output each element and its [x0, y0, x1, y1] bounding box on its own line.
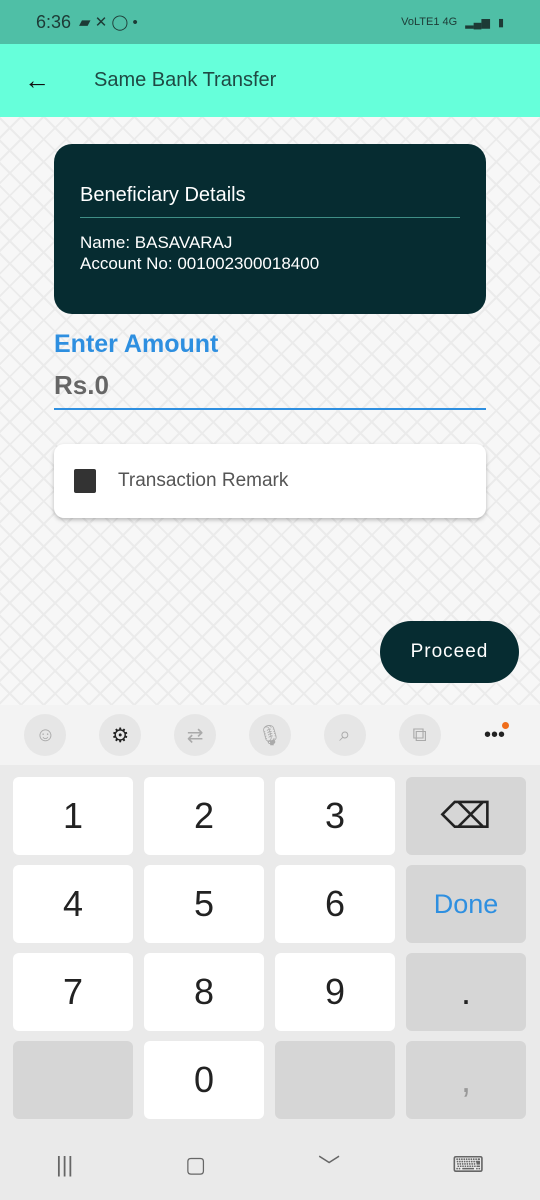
key-5[interactable]: 5 [144, 865, 264, 943]
key-4[interactable]: 4 [13, 865, 133, 943]
proceed-button[interactable]: Proceed [380, 621, 519, 683]
keyboard-icon[interactable]: ⌨ [452, 1152, 484, 1178]
done-key[interactable]: Done [406, 865, 526, 943]
amount-label: Enter Amount [54, 330, 219, 358]
clock: 6:36 [36, 11, 72, 32]
more-icon[interactable]: ••• [473, 714, 515, 756]
emoji-icon[interactable]: ☺ [24, 714, 67, 756]
key-0[interactable]: 0 [144, 1041, 264, 1119]
network-indicator: VoLTE1 4G [401, 16, 458, 28]
beneficiary-account: Account No: 001002300018400 [80, 254, 320, 273]
transaction-remark-field[interactable]: Transaction Remark [54, 444, 486, 518]
remark-placeholder: Transaction Remark [118, 470, 289, 491]
signal-icon: ▂▄▆ [465, 16, 490, 29]
backspace-icon[interactable]: ⌫ [406, 777, 526, 855]
recents-icon[interactable]: ||| [56, 1152, 73, 1178]
app-bar: ← Same Bank Transfer [0, 44, 540, 117]
battery-icon: ▮ [497, 16, 504, 29]
status-bar: 6:36 ▰ ✕ ◯ • VoLTE1 4G ▂▄▆ ▮ [0, 0, 540, 44]
keyboard-toolbar: ☺ ⚙ ⇄ 🎙 ⌕ ⧉ ••• [0, 705, 540, 765]
translate-icon[interactable]: ⧉ [398, 714, 441, 756]
key-6[interactable]: 6 [275, 865, 395, 943]
key-9[interactable]: 9 [275, 953, 395, 1031]
amount-input[interactable]: Rs.0 [54, 370, 486, 410]
hide-keyboard-icon[interactable]: ﹀ [318, 1149, 340, 1181]
key-blank-right [275, 1041, 395, 1119]
text-convert-icon[interactable]: ⇄ [174, 714, 217, 756]
numeric-keyboard: 1 2 3 ⌫ 4 5 6 Done 7 8 9 . 0 , [0, 765, 540, 1130]
gear-icon[interactable]: ⚙ [99, 714, 142, 756]
page-title: Same Bank Transfer [94, 69, 277, 91]
content: Beneficiary Details Name: BASAVARAJ Acco… [0, 117, 540, 705]
navigation-bar: ||| ▢ ﹀ ⌨ [0, 1130, 540, 1200]
key-8[interactable]: 8 [144, 953, 264, 1031]
key-comma[interactable]: , [406, 1041, 526, 1119]
search-icon[interactable]: ⌕ [323, 714, 366, 756]
key-7[interactable]: 7 [13, 953, 133, 1031]
beneficiary-heading: Beneficiary Details [80, 184, 460, 218]
back-arrow-icon[interactable]: ← [0, 65, 74, 96]
key-1[interactable]: 1 [13, 777, 133, 855]
receipt-icon [74, 469, 96, 493]
microphone-icon[interactable]: 🎙 [248, 714, 291, 756]
key-2[interactable]: 2 [144, 777, 264, 855]
key-period[interactable]: . [406, 953, 526, 1031]
beneficiary-card: Beneficiary Details Name: BASAVARAJ Acco… [54, 144, 486, 314]
key-blank-left [13, 1041, 133, 1119]
home-icon[interactable]: ▢ [185, 1152, 206, 1178]
key-3[interactable]: 3 [275, 777, 395, 855]
notification-icons: ▰ ✕ ◯ • [79, 14, 138, 31]
beneficiary-name: Name: BASAVARAJ [80, 233, 233, 252]
